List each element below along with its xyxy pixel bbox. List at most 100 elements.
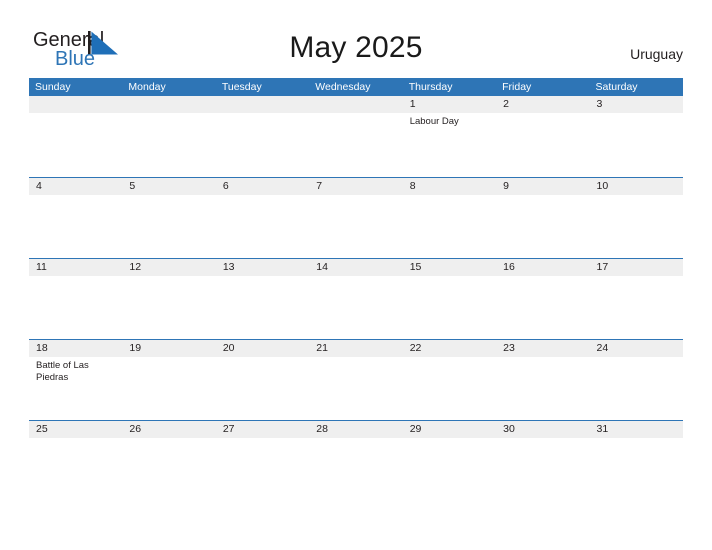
weekday-header-monday: Monday (128, 81, 166, 93)
day-number-band: 18 (29, 340, 123, 357)
day-number: 30 (503, 423, 515, 435)
day-cell-21[interactable]: 21 (309, 340, 403, 420)
day-cell-6[interactable]: 6 (215, 178, 310, 258)
day-number-band: 16 (496, 259, 590, 276)
day-number-band: 2 (496, 96, 590, 113)
day-number-band: 31 (589, 421, 683, 438)
day-cell-16[interactable]: 16 (496, 259, 590, 339)
day-cell-30[interactable]: 30 (496, 421, 590, 501)
weekday-header-thursday: Thursday (408, 81, 453, 93)
event-list: Labour Day (403, 113, 496, 128)
week-row: 1 Labour Day 2 3 (29, 96, 683, 177)
day-cell-28[interactable]: 28 (309, 421, 403, 501)
day-cell-22[interactable]: 22 (402, 340, 497, 420)
day-number: 28 (316, 423, 328, 435)
day-number: 5 (129, 180, 136, 192)
day-cell-20[interactable]: 20 (215, 340, 310, 420)
week-row: 4 5 6 7 8 9 10 (29, 177, 683, 258)
day-number-band: 1 (402, 96, 497, 113)
day-number-band: 8 (402, 178, 497, 195)
day-cell-15[interactable]: 15 (402, 259, 497, 339)
day-number: 27 (222, 423, 235, 435)
calendar-body: 1 Labour Day 2 3 4 5 6 7 8 9 10 11 12 13 14 15 16 17 18 Bat… (29, 96, 683, 501)
day-cell-4[interactable]: 4 (29, 178, 123, 258)
day-cell-10[interactable]: 10 (589, 178, 683, 258)
day-number-band: 12 (122, 259, 216, 276)
day-number-band: 17 (589, 259, 683, 276)
day-number-band: 14 (309, 259, 403, 276)
day-number: 1 (409, 98, 416, 110)
day-number-band: 13 (215, 259, 310, 276)
day-cell-empty (215, 96, 310, 177)
event-label: Labour Day (409, 116, 459, 127)
day-cell-8[interactable]: 8 (402, 178, 497, 258)
day-cell-23[interactable]: 23 (496, 340, 590, 420)
day-number-band: 21 (309, 340, 403, 357)
day-number-band: 20 (215, 340, 310, 357)
day-cell-3[interactable]: 3 (589, 96, 683, 177)
day-cell-1[interactable]: 1 Labour Day (402, 96, 497, 177)
day-cell-18[interactable]: 18 Battle of Las Piedras (29, 340, 123, 420)
day-number-band: 9 (496, 178, 590, 195)
day-number: 15 (409, 261, 422, 273)
day-number: 10 (596, 180, 609, 192)
day-number: 21 (316, 342, 328, 354)
day-number-band: 4 (29, 178, 123, 195)
day-cell-7[interactable]: 7 (309, 178, 403, 258)
day-number: 29 (409, 423, 422, 435)
weekday-header-row: Sunday Monday Tuesday Wednesday Thursday Frid… (29, 78, 683, 96)
day-cell-11[interactable]: 11 (29, 259, 123, 339)
day-cell-13[interactable]: 13 (215, 259, 310, 339)
day-number: 7 (316, 180, 323, 192)
day-number-band: 3 (589, 96, 683, 113)
day-cell-27[interactable]: 27 (215, 421, 310, 501)
day-cell-14[interactable]: 14 (309, 259, 403, 339)
weekday-header-tuesday: Tuesday (221, 81, 262, 93)
day-cell-9[interactable]: 9 (496, 178, 590, 258)
day-cell-17[interactable]: 17 (589, 259, 683, 339)
day-number-band: 15 (402, 259, 497, 276)
day-cell-empty (309, 96, 403, 177)
page-title: May 2025 (289, 31, 423, 64)
day-number-band (309, 96, 403, 113)
day-number: 2 (503, 98, 509, 110)
page-header: General Blue May 2025 Uruguay (0, 0, 712, 76)
week-row: 25 26 27 28 29 30 31 (29, 420, 683, 501)
day-number-band (215, 96, 310, 113)
day-cell-empty (122, 96, 216, 177)
event-list: Battle of Las Piedras (29, 357, 122, 383)
day-number-band: 28 (309, 421, 403, 438)
day-number: 17 (596, 261, 609, 273)
day-number-band: 30 (496, 421, 590, 438)
day-cell-25[interactable]: 25 (29, 421, 123, 501)
weekday-header-wednesday: Wednesday (315, 81, 371, 93)
day-number-band: 10 (589, 178, 683, 195)
day-number: 3 (596, 98, 603, 110)
day-number: 14 (316, 261, 328, 273)
day-cell-24[interactable]: 24 (589, 340, 683, 420)
day-number: 20 (222, 342, 235, 354)
day-cell-31[interactable]: 31 (589, 421, 683, 501)
day-number: 9 (503, 180, 509, 192)
day-number: 16 (503, 261, 515, 273)
day-number-band (122, 96, 216, 113)
day-cell-2[interactable]: 2 (496, 96, 590, 177)
day-cell-5[interactable]: 5 (122, 178, 216, 258)
day-number: 11 (36, 261, 47, 273)
day-number: 24 (596, 342, 609, 354)
event-label: Battle of Las Piedras (36, 360, 89, 383)
country-label: Uruguay (630, 46, 683, 62)
day-number: 12 (129, 261, 142, 273)
day-cell-12[interactable]: 12 (122, 259, 216, 339)
day-cell-29[interactable]: 29 (402, 421, 497, 501)
day-number-band: 5 (122, 178, 216, 195)
week-row: 18 Battle of Las Piedras 19 20 21 22 23 24 (29, 339, 683, 420)
day-number: 4 (36, 180, 42, 192)
day-number-band: 19 (122, 340, 216, 357)
day-cell-19[interactable]: 19 (122, 340, 216, 420)
week-row: 11 12 13 14 15 16 17 (29, 258, 683, 339)
day-number: 8 (409, 180, 416, 192)
day-number: 6 (222, 180, 229, 192)
day-number-band: 7 (309, 178, 403, 195)
day-cell-26[interactable]: 26 (122, 421, 216, 501)
